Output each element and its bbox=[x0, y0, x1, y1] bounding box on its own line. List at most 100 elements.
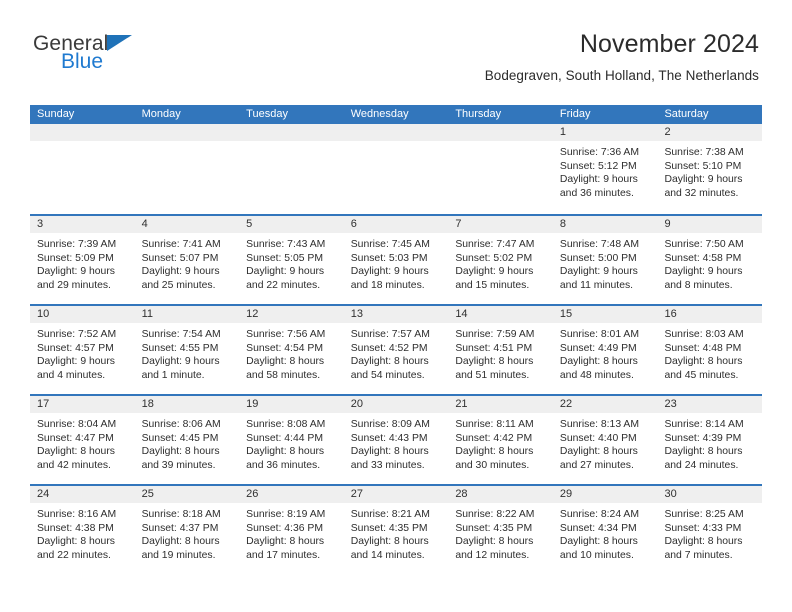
day-sun-info: Sunrise: 8:16 AM Sunset: 4:38 PM Dayligh… bbox=[37, 509, 117, 561]
calendar-week-row: 24 Sunrise: 8:16 AM Sunset: 4:38 PM Dayl… bbox=[30, 484, 763, 574]
day-sun-info: Sunrise: 7:54 AM Sunset: 4:55 PM Dayligh… bbox=[141, 329, 221, 381]
day-sun-info: Sunrise: 8:08 AM Sunset: 4:44 PM Dayligh… bbox=[246, 419, 326, 471]
calendar-day-cell[interactable]: 3 Sunrise: 7:39 AM Sunset: 5:09 PM Dayli… bbox=[30, 216, 135, 304]
day-sun-info: Sunrise: 7:57 AM Sunset: 4:52 PM Dayligh… bbox=[350, 329, 430, 381]
day-number: 18 bbox=[134, 396, 240, 413]
day-number: 13 bbox=[343, 306, 449, 323]
calendar-week-row: 10 Sunrise: 7:52 AM Sunset: 4:57 PM Dayl… bbox=[30, 304, 763, 394]
calendar-day-cell[interactable]: 26 Sunrise: 8:19 AM Sunset: 4:36 PM Dayl… bbox=[239, 486, 344, 574]
calendar-day-cell[interactable]: 17 Sunrise: 8:04 AM Sunset: 4:47 PM Dayl… bbox=[30, 396, 135, 484]
day-sun-info: Sunrise: 7:59 AM Sunset: 4:51 PM Dayligh… bbox=[455, 329, 535, 381]
day-sun-info: Sunrise: 8:01 AM Sunset: 4:49 PM Dayligh… bbox=[559, 329, 640, 381]
day-sun-info: Sunrise: 8:22 AM Sunset: 4:35 PM Dayligh… bbox=[455, 509, 535, 561]
day-number: 14 bbox=[448, 306, 553, 323]
day-number: 24 bbox=[30, 486, 135, 503]
day-number: 8 bbox=[552, 216, 658, 233]
calendar-day-cell[interactable]: 21 Sunrise: 8:11 AM Sunset: 4:42 PM Dayl… bbox=[448, 396, 553, 484]
calendar-day-cell[interactable]: 10 Sunrise: 7:52 AM Sunset: 4:57 PM Dayl… bbox=[30, 306, 135, 394]
calendar-day-cell[interactable]: 14 Sunrise: 7:59 AM Sunset: 4:51 PM Dayl… bbox=[448, 306, 553, 394]
calendar-day-cell[interactable]: 20 Sunrise: 8:09 AM Sunset: 4:43 PM Dayl… bbox=[343, 396, 449, 484]
day-number: 22 bbox=[552, 396, 658, 413]
weekday-header-friday: Friday bbox=[559, 108, 591, 120]
calendar-week-row: 3 Sunrise: 7:39 AM Sunset: 5:09 PM Dayli… bbox=[30, 214, 763, 304]
day-number: 16 bbox=[657, 306, 763, 323]
day-number: 10 bbox=[30, 306, 135, 323]
day-number: 19 bbox=[239, 396, 344, 413]
day-number: 21 bbox=[448, 396, 553, 413]
day-number bbox=[134, 124, 240, 141]
day-sun-info bbox=[344, 141, 449, 146]
calendar-day-cell[interactable]: 22 Sunrise: 8:13 AM Sunset: 4:40 PM Dayl… bbox=[552, 396, 658, 484]
calendar-day-cell[interactable]: 6 Sunrise: 7:45 AM Sunset: 5:03 PM Dayli… bbox=[343, 216, 449, 304]
calendar-day-cell[interactable]: 1 Sunrise: 7:36 AM Sunset: 5:12 PM Dayli… bbox=[552, 124, 658, 214]
calendar-day-cell[interactable]: 18 Sunrise: 8:06 AM Sunset: 4:45 PM Dayl… bbox=[134, 396, 240, 484]
day-number: 2 bbox=[657, 124, 763, 141]
day-number: 9 bbox=[657, 216, 763, 233]
general-blue-logo[interactable]: General Blue bbox=[33, 33, 233, 72]
day-sun-info: Sunrise: 7:41 AM Sunset: 5:07 PM Dayligh… bbox=[141, 239, 221, 291]
calendar-day-cell[interactable]: 12 Sunrise: 7:56 AM Sunset: 4:54 PM Dayl… bbox=[239, 306, 344, 394]
calendar-week-row: 1 Sunrise: 7:36 AM Sunset: 5:12 PM Dayli… bbox=[30, 124, 763, 214]
day-sun-info bbox=[135, 141, 240, 146]
day-sun-info: Sunrise: 8:21 AM Sunset: 4:35 PM Dayligh… bbox=[350, 509, 430, 561]
calendar-day-cell[interactable]: 28 Sunrise: 8:22 AM Sunset: 4:35 PM Dayl… bbox=[448, 486, 553, 574]
logo-text-general: General bbox=[33, 32, 133, 55]
calendar-day-cell[interactable]: 9 Sunrise: 7:50 AM Sunset: 4:58 PM Dayli… bbox=[657, 216, 763, 304]
calendar-day-cell[interactable] bbox=[343, 124, 449, 214]
calendar-day-cell[interactable]: 8 Sunrise: 7:48 AM Sunset: 5:00 PM Dayli… bbox=[552, 216, 658, 304]
calendar-day-cell[interactable]: 15 Sunrise: 8:01 AM Sunset: 4:49 PM Dayl… bbox=[552, 306, 658, 394]
day-number: 26 bbox=[239, 486, 344, 503]
calendar-day-cell[interactable] bbox=[134, 124, 240, 214]
calendar-day-cell[interactable]: 27 Sunrise: 8:21 AM Sunset: 4:35 PM Dayl… bbox=[343, 486, 449, 574]
page-header: General Blue November 2024 Bodegraven, S… bbox=[0, 0, 792, 83]
day-number: 25 bbox=[134, 486, 240, 503]
calendar-day-cell[interactable]: 11 Sunrise: 7:54 AM Sunset: 4:55 PM Dayl… bbox=[134, 306, 240, 394]
day-number: 30 bbox=[657, 486, 763, 503]
day-sun-info: Sunrise: 8:19 AM Sunset: 4:36 PM Dayligh… bbox=[246, 509, 326, 561]
day-number: 4 bbox=[134, 216, 240, 233]
day-number: 11 bbox=[134, 306, 240, 323]
day-sun-info bbox=[239, 141, 344, 146]
day-sun-info: Sunrise: 8:11 AM Sunset: 4:42 PM Dayligh… bbox=[455, 419, 534, 471]
calendar-day-cell[interactable] bbox=[30, 124, 135, 214]
day-number: 6 bbox=[343, 216, 449, 233]
calendar-day-cell[interactable]: 13 Sunrise: 7:57 AM Sunset: 4:52 PM Dayl… bbox=[343, 306, 449, 394]
day-sun-info: Sunrise: 8:04 AM Sunset: 4:47 PM Dayligh… bbox=[37, 419, 117, 471]
day-number bbox=[343, 124, 449, 141]
day-number: 17 bbox=[30, 396, 135, 413]
calendar-day-cell[interactable]: 16 Sunrise: 8:03 AM Sunset: 4:48 PM Dayl… bbox=[657, 306, 763, 394]
calendar-day-cell[interactable]: 19 Sunrise: 8:08 AM Sunset: 4:44 PM Dayl… bbox=[239, 396, 344, 484]
calendar-page: General Blue November 2024 Bodegraven, S… bbox=[0, 0, 792, 612]
day-sun-info bbox=[30, 141, 135, 146]
calendar-day-cell[interactable]: 24 Sunrise: 8:16 AM Sunset: 4:38 PM Dayl… bbox=[30, 486, 135, 574]
calendar-day-cell[interactable]: 2 Sunrise: 7:38 AM Sunset: 5:10 PM Dayli… bbox=[657, 124, 763, 214]
day-sun-info: Sunrise: 7:47 AM Sunset: 5:02 PM Dayligh… bbox=[455, 239, 535, 291]
day-sun-info bbox=[448, 141, 553, 146]
title-block: November 2024 Bodegraven, South Holland,… bbox=[485, 30, 759, 83]
day-number: 12 bbox=[239, 306, 344, 323]
day-sun-info: Sunrise: 8:14 AM Sunset: 4:39 PM Dayligh… bbox=[664, 419, 744, 471]
calendar-day-cell[interactable]: 25 Sunrise: 8:18 AM Sunset: 4:37 PM Dayl… bbox=[134, 486, 240, 574]
calendar-day-cell[interactable] bbox=[239, 124, 344, 214]
calendar-day-cell[interactable]: 23 Sunrise: 8:14 AM Sunset: 4:39 PM Dayl… bbox=[657, 396, 763, 484]
page-title: November 2024 bbox=[579, 30, 759, 58]
weekday-header-tuesday: Tuesday bbox=[246, 108, 288, 120]
calendar-grid: Sunday Monday Tuesday Wednesday Thursday… bbox=[30, 105, 763, 574]
day-number: 5 bbox=[239, 216, 344, 233]
weekday-header-thursday: Thursday bbox=[455, 108, 502, 120]
calendar-day-cell[interactable]: 7 Sunrise: 7:47 AM Sunset: 5:02 PM Dayli… bbox=[448, 216, 553, 304]
calendar-day-cell[interactable]: 29 Sunrise: 8:24 AM Sunset: 4:34 PM Dayl… bbox=[552, 486, 658, 574]
day-sun-info: Sunrise: 7:48 AM Sunset: 5:00 PM Dayligh… bbox=[559, 239, 640, 291]
day-sun-info: Sunrise: 7:56 AM Sunset: 4:54 PM Dayligh… bbox=[246, 329, 326, 381]
day-sun-info: Sunrise: 8:06 AM Sunset: 4:45 PM Dayligh… bbox=[141, 419, 221, 471]
day-number: 20 bbox=[343, 396, 449, 413]
calendar-day-cell[interactable]: 30 Sunrise: 8:25 AM Sunset: 4:33 PM Dayl… bbox=[657, 486, 763, 574]
day-sun-info: Sunrise: 8:13 AM Sunset: 4:40 PM Dayligh… bbox=[559, 419, 640, 471]
calendar-day-cell[interactable] bbox=[448, 124, 553, 214]
calendar-day-cell[interactable]: 4 Sunrise: 7:41 AM Sunset: 5:07 PM Dayli… bbox=[134, 216, 240, 304]
calendar-week-row: 17 Sunrise: 8:04 AM Sunset: 4:47 PM Dayl… bbox=[30, 394, 763, 484]
day-sun-info: Sunrise: 7:36 AM Sunset: 5:12 PM Dayligh… bbox=[559, 147, 640, 199]
calendar-day-cell[interactable]: 5 Sunrise: 7:43 AM Sunset: 5:05 PM Dayli… bbox=[239, 216, 344, 304]
logo-general-label: General bbox=[33, 32, 109, 55]
day-sun-info: Sunrise: 7:43 AM Sunset: 5:05 PM Dayligh… bbox=[246, 239, 326, 291]
